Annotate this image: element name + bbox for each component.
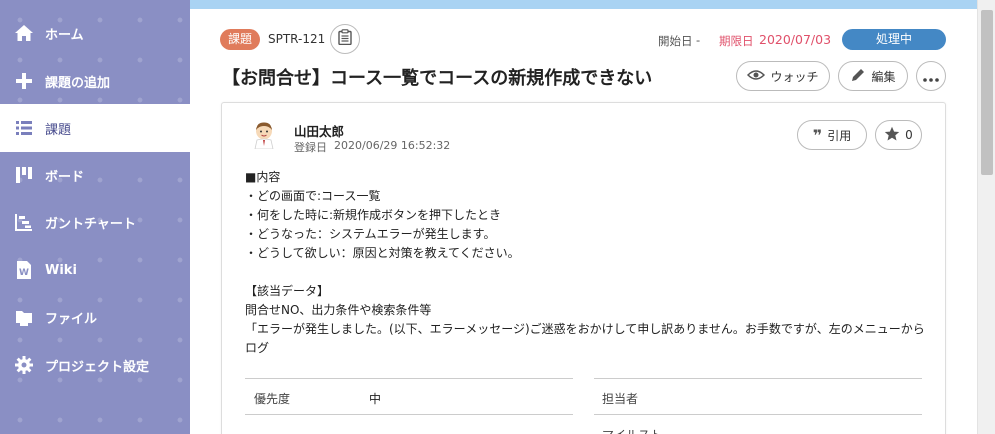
description-line: ・どの画面で:コース一覧 [245,189,381,203]
description-line: 問合せNO、出力条件や検索条件等 [245,303,432,317]
due-date-value: 2020/07/03 [759,32,832,47]
description-line: 「エラーが発生しました。(以下、エラーメッセージ)ご迷惑をおかけして申し訳ありま… [245,322,925,355]
plus-icon [13,70,35,92]
status-badge[interactable]: 処理中 [842,29,946,50]
star-icon [884,126,900,145]
start-date-value: - [696,33,701,47]
more-menu-button[interactable] [916,61,946,91]
issue-description: ■内容 ・どの画面で:コース一覧 ・何をした時に:新規作成ボタンを押下したとき … [245,168,935,358]
eye-icon [747,69,766,84]
sidebar-item-issues[interactable]: 課題 [0,104,190,152]
wiki-icon: W [13,259,35,281]
comment-author[interactable]: 山田太郎 [294,121,344,140]
assignee-label: 担当者 [602,392,639,406]
pencil-icon [850,67,866,86]
sidebar-item-project-settings[interactable]: プロジェクト設定 [0,341,190,389]
sidebar-item-board[interactable]: ボード [0,151,190,199]
property-divider [245,414,573,415]
more-dots-icon [923,67,939,86]
gantt-icon [13,211,35,233]
folder-icon [13,306,35,328]
property-divider [245,378,573,379]
due-date-label: 期限日 [719,34,754,48]
edit-label: 編集 [871,69,896,84]
property-divider [594,414,922,415]
sidebar-item-add-issue[interactable]: 課題の追加 [0,57,190,105]
vertical-scrollbar[interactable] [977,0,995,434]
scrollbar-thumb[interactable] [981,10,993,175]
description-line: ・どうして欲しい：原因と対策を教えてください。 [245,246,520,260]
clipboard-icon [338,29,352,49]
sidebar-item-files[interactable]: ファイル [0,293,190,341]
priority-value[interactable]: 中 [369,390,381,407]
sidebar: ホーム 課題の追加 課題 ボード ガントチャート W Wiki ファイル プロジ… [0,0,190,434]
description-line: 【該当データ】 [245,284,330,298]
start-date-label: 開始日 [658,34,693,48]
quote-label: 引用 [827,128,852,143]
watch-label: ウォッチ [770,69,819,84]
description-line: ・どうなった：システムエラーが発生します。 [245,227,496,241]
description-line [245,263,935,282]
edit-button[interactable]: 編集 [838,61,908,91]
sidebar-item-wiki[interactable]: W Wiki [0,246,190,294]
registered-date: 2020/06/29 16:52:32 [334,139,451,152]
issue-type-badge: 課題 [220,29,261,50]
quote-button[interactable]: ❞ 引用 [797,120,867,150]
top-banner [190,0,977,9]
page-title: 【お問合せ】コース一覧でコースの新規作成できない [222,68,653,89]
watch-button[interactable]: ウォッチ [736,61,830,91]
home-icon [13,22,35,44]
sidebar-item-home[interactable]: ホーム [0,9,190,57]
board-icon [13,164,35,186]
svg-text:W: W [19,268,29,278]
description-line: ■内容 [245,170,281,184]
quote-icon: ❞ [812,125,823,145]
milestone-label: マイルスト [602,426,662,434]
avatar[interactable] [249,119,279,150]
property-divider [594,378,922,379]
sidebar-item-gantt[interactable]: ガントチャート [0,198,190,246]
issue-key: SPTR-121 [268,32,326,46]
copy-key-button[interactable] [330,24,360,54]
gear-icon [13,354,35,376]
priority-label: 優先度 [254,392,291,406]
list-icon [13,117,35,139]
star-count: 0 [905,128,913,142]
description-line: ・何をした時に:新規作成ボタンを押下したとき [245,208,502,222]
registered-label: 登録日 [294,141,327,154]
star-button[interactable]: 0 [875,120,922,150]
